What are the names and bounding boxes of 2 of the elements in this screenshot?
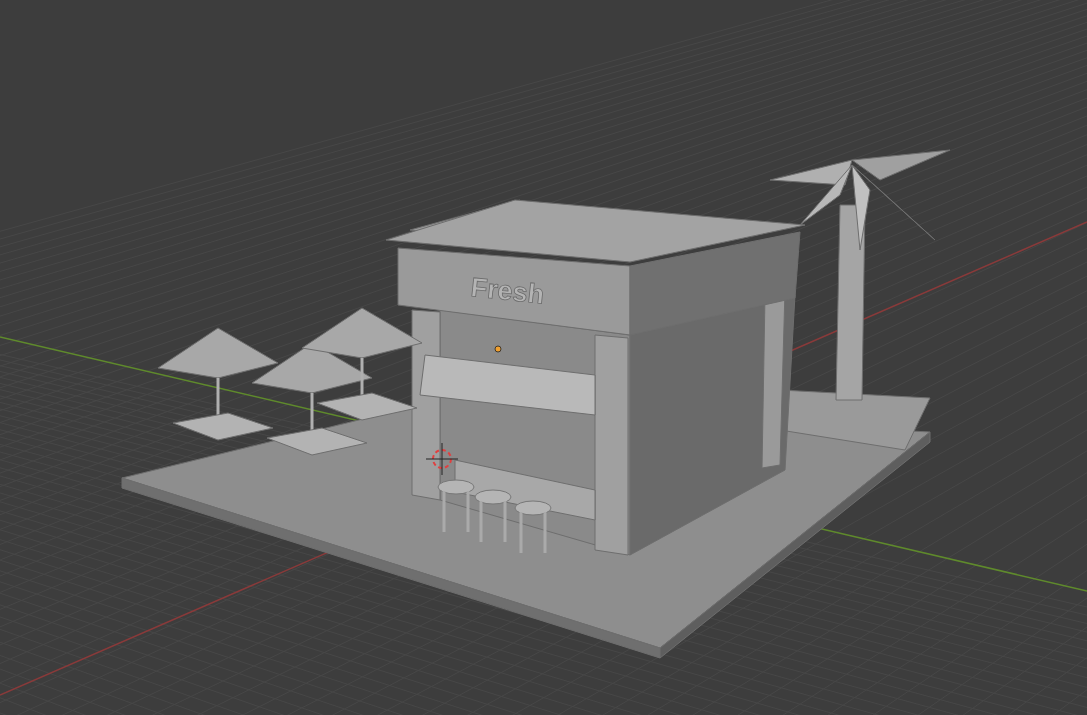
origin-dot-icon [494,345,502,353]
3d-cursor-icon [425,442,459,476]
